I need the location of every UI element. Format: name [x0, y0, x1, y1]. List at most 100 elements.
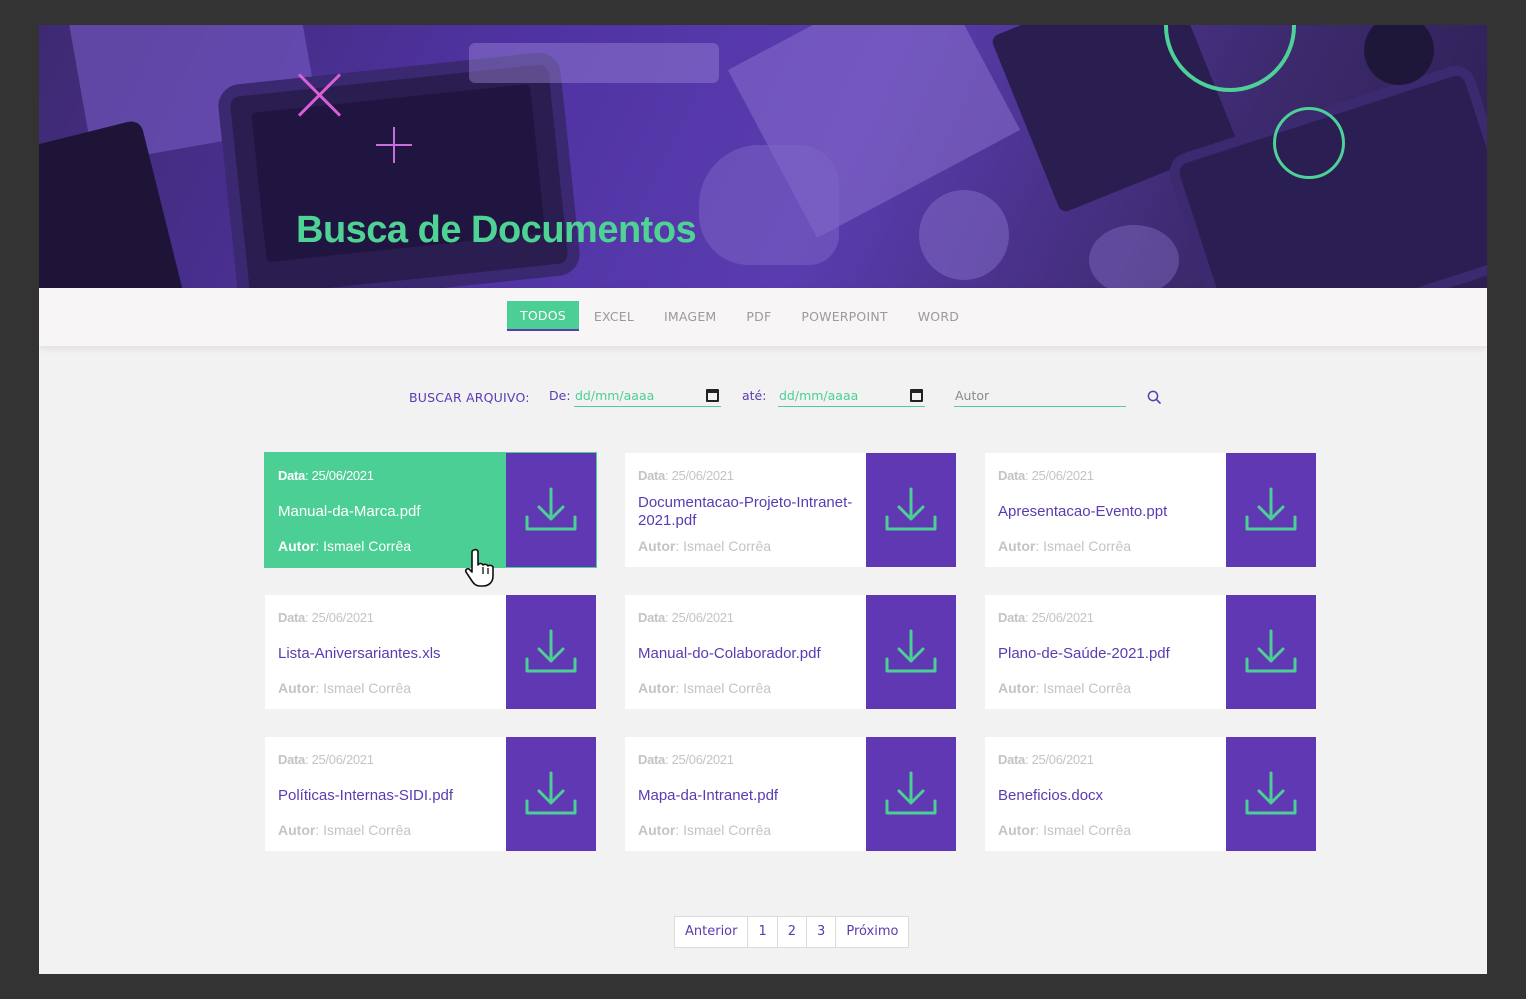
document-date-label: Data	[278, 752, 305, 767]
pagination-next-button[interactable]: Próximo	[836, 917, 908, 947]
document-card[interactable]: Data: 25/06/2021 Documentacao-Projeto-In…	[625, 453, 956, 567]
tab-todos[interactable]: TODOS	[507, 301, 579, 331]
document-date: Data: 25/06/2021	[998, 468, 1094, 483]
document-author-label: Autor	[278, 538, 316, 554]
document-author-value: : Ismael Corrêa	[1035, 822, 1132, 838]
document-filename: Manual-do-Colaborador.pdf	[638, 645, 821, 662]
document-date-value: : 25/06/2021	[1024, 610, 1094, 625]
document-info: Data: 25/06/2021 Documentacao-Projeto-In…	[625, 453, 866, 567]
tab-pdf[interactable]: PDF	[731, 302, 786, 331]
document-date: Data: 25/06/2021	[998, 610, 1094, 625]
document-date-value: : 25/06/2021	[664, 752, 734, 767]
pagination-prev-button[interactable]: Anterior	[675, 917, 749, 947]
document-date: Data: 25/06/2021	[278, 468, 374, 483]
document-author: Autor: Ismael Corrêa	[278, 680, 411, 696]
download-button[interactable]	[1226, 453, 1316, 567]
date-from-field[interactable]: dd/mm/aaaa	[574, 385, 721, 407]
document-author: Autor: Ismael Corrêa	[278, 538, 411, 554]
document-author-value: : Ismael Corrêa	[675, 680, 772, 696]
search-label: BUSCAR ARQUIVO:	[409, 390, 530, 405]
download-button[interactable]	[866, 595, 956, 709]
document-card[interactable]: Data: 25/06/2021 Mapa-da-Intranet.pdf Au…	[625, 737, 956, 851]
document-date: Data: 25/06/2021	[638, 610, 734, 625]
pagination: Anterior 1 2 3 Próximo	[674, 916, 910, 948]
app-window: Busca de Documentos TODOS EXCEL IMAGEM P…	[39, 25, 1487, 974]
document-date: Data: 25/06/2021	[278, 752, 374, 767]
circle-decoration-icon	[1273, 107, 1345, 179]
document-filename: Beneficios.docx	[998, 787, 1104, 804]
pagination-page-2[interactable]: 2	[778, 917, 808, 947]
download-button[interactable]	[866, 453, 956, 567]
document-author-value: : Ismael Corrêa	[315, 822, 412, 838]
download-icon	[885, 771, 937, 815]
document-info: Data: 25/06/2021 Políticas-Internas-SIDI…	[265, 737, 506, 851]
document-author: Autor: Ismael Corrêa	[638, 680, 771, 696]
document-author-label: Autor	[998, 680, 1036, 696]
document-author-value: : Ismael Corrêa	[315, 538, 412, 554]
hero-bg-cup	[1089, 225, 1179, 288]
tab-imagem[interactable]: IMAGEM	[649, 302, 731, 331]
document-card[interactable]: Data: 25/06/2021 Plano-de-Saúde-2021.pdf…	[985, 595, 1316, 709]
document-author: Autor: Ismael Corrêa	[278, 822, 411, 838]
tab-powerpoint[interactable]: POWERPOINT	[786, 302, 902, 331]
tab-excel[interactable]: EXCEL	[579, 302, 649, 331]
download-button[interactable]	[1226, 595, 1316, 709]
download-button[interactable]	[506, 595, 596, 709]
document-author-label: Autor	[278, 680, 316, 696]
tab-word[interactable]: WORD	[903, 302, 974, 331]
date-from-label: De:	[549, 388, 571, 403]
document-date-value: : 25/06/2021	[664, 610, 734, 625]
document-info: Data: 25/06/2021 Beneficios.docx Autor: …	[985, 737, 1226, 851]
plus-decoration-icon	[376, 127, 412, 163]
document-card[interactable]: Data: 25/06/2021 Manual-do-Colaborador.p…	[625, 595, 956, 709]
download-button[interactable]	[866, 737, 956, 851]
document-author-label: Autor	[638, 538, 676, 554]
document-author-value: : Ismael Corrêa	[1035, 680, 1132, 696]
calendar-icon[interactable]	[706, 389, 719, 402]
pagination-page-1[interactable]: 1	[748, 917, 778, 947]
document-date-value: : 25/06/2021	[304, 468, 374, 483]
document-filename: Mapa-da-Intranet.pdf	[638, 787, 779, 804]
document-card[interactable]: Data: 25/06/2021 Manual-da-Marca.pdf Aut…	[264, 452, 597, 568]
document-date-label: Data	[998, 610, 1025, 625]
document-filename: Documentacao-Projeto-Intranet-2021.pdf	[638, 494, 853, 529]
document-info: Data: 25/06/2021 Manual-do-Colaborador.p…	[625, 595, 866, 709]
document-date-value: : 25/06/2021	[1024, 752, 1094, 767]
document-card[interactable]: Data: 25/06/2021 Beneficios.docx Autor: …	[985, 737, 1316, 851]
search-icon[interactable]	[1146, 389, 1162, 405]
document-author: Autor: Ismael Corrêa	[638, 538, 771, 554]
document-date: Data: 25/06/2021	[278, 610, 374, 625]
pagination-page-3[interactable]: 3	[807, 917, 837, 947]
document-date-label: Data	[638, 610, 665, 625]
author-field[interactable]	[954, 385, 1126, 407]
download-icon	[1245, 629, 1297, 673]
download-button[interactable]	[1226, 737, 1316, 851]
search-form: BUSCAR ARQUIVO: De: dd/mm/aaaa até: dd/m…	[409, 385, 1169, 409]
document-card[interactable]: Data: 25/06/2021 Lista-Aniversariantes.x…	[265, 595, 596, 709]
date-from-placeholder: dd/mm/aaaa	[575, 388, 655, 403]
document-date: Data: 25/06/2021	[638, 468, 734, 483]
document-author: Autor: Ismael Corrêa	[998, 822, 1131, 838]
document-filename: Apresentacao-Evento.ppt	[998, 503, 1168, 520]
document-author-value: : Ismael Corrêa	[675, 538, 772, 554]
author-input[interactable]	[954, 385, 1126, 406]
download-button[interactable]	[506, 453, 596, 567]
hero-banner: Busca de Documentos	[39, 25, 1487, 288]
document-author-label: Autor	[278, 822, 316, 838]
document-author: Autor: Ismael Corrêa	[998, 538, 1131, 554]
hero-bg-power-strip	[469, 43, 719, 83]
document-card[interactable]: Data: 25/06/2021 Políticas-Internas-SIDI…	[265, 737, 596, 851]
document-filename: Políticas-Internas-SIDI.pdf	[278, 787, 454, 804]
document-author-value: : Ismael Corrêa	[315, 680, 412, 696]
document-card[interactable]: Data: 25/06/2021 Apresentacao-Evento.ppt…	[985, 453, 1316, 567]
hero-bg-laptop	[1176, 73, 1487, 288]
document-filename: Plano-de-Saúde-2021.pdf	[998, 645, 1170, 662]
document-author-label: Autor	[638, 680, 676, 696]
date-to-field[interactable]: dd/mm/aaaa	[778, 385, 925, 407]
download-button[interactable]	[506, 737, 596, 851]
download-icon	[525, 487, 577, 531]
document-date-value: : 25/06/2021	[304, 610, 374, 625]
download-icon	[1245, 771, 1297, 815]
calendar-icon[interactable]	[910, 389, 923, 402]
document-grid: Data: 25/06/2021 Manual-da-Marca.pdf Aut…	[264, 452, 1316, 851]
